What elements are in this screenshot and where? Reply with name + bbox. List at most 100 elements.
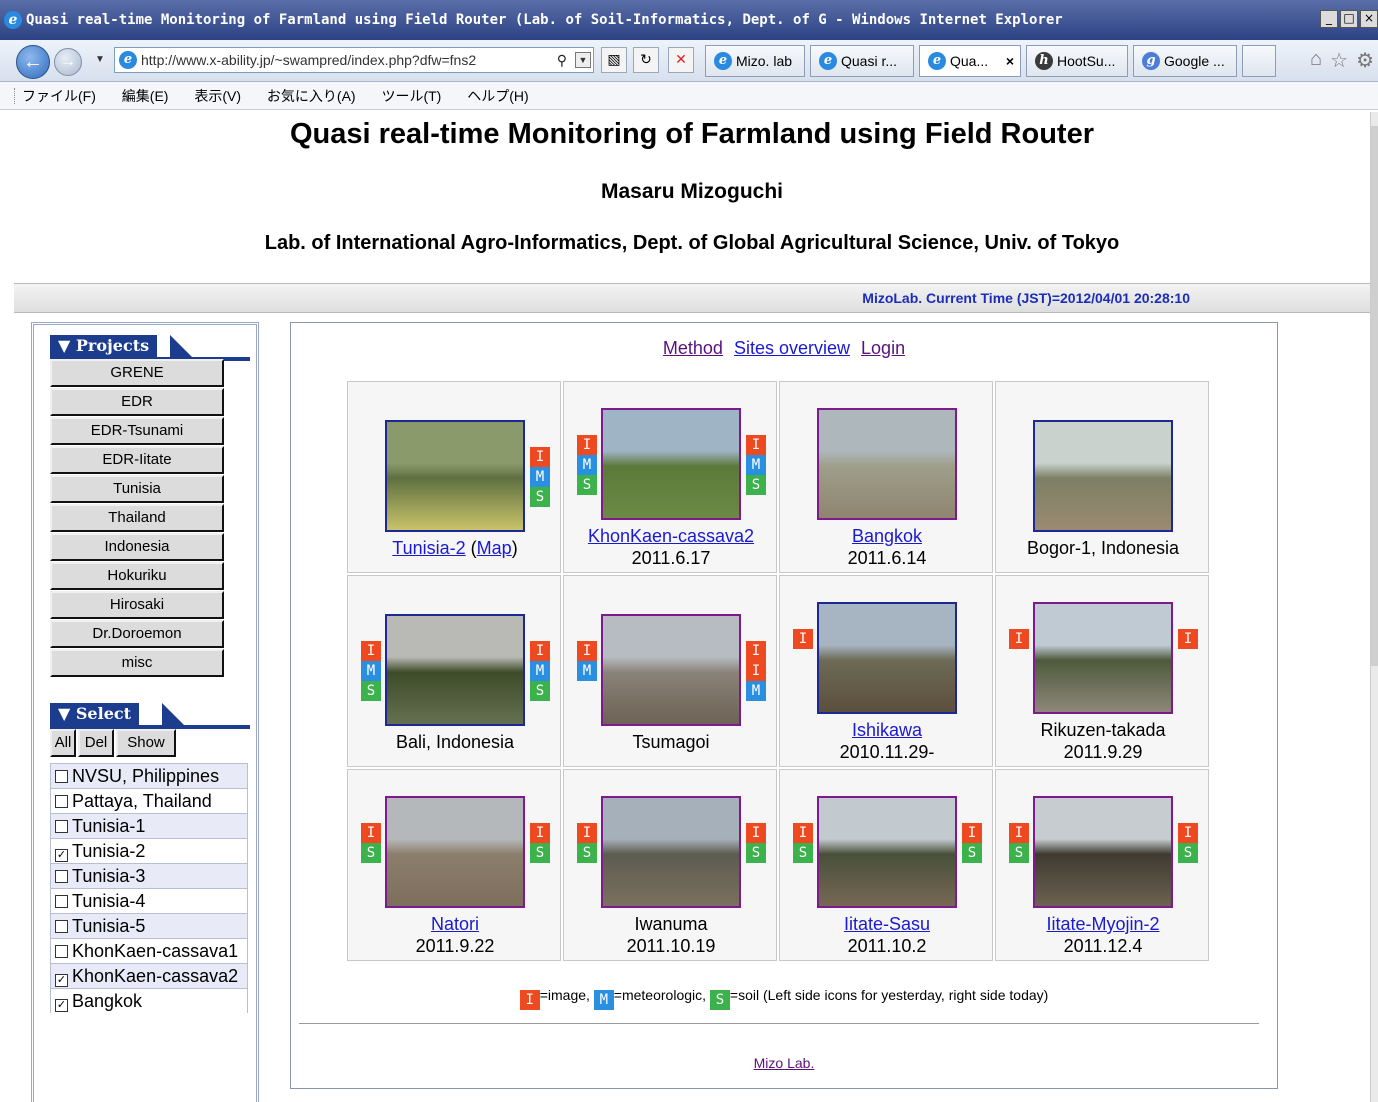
soil-today-icon[interactable]: S: [962, 843, 982, 863]
project-dr-doroemon[interactable]: Dr.Doroemon: [50, 620, 224, 648]
site-name-link[interactable]: Tunisia-2 (Map): [348, 538, 562, 559]
scrollbar-thumb[interactable]: [1371, 126, 1378, 666]
site-checkbox-item[interactable]: Tunisia-4: [50, 888, 248, 913]
select-show-button[interactable]: Show: [116, 729, 176, 757]
site-thumbnail-image[interactable]: [1033, 602, 1173, 714]
meteorologic-yesterday-icon[interactable]: M: [577, 661, 597, 681]
project-grene[interactable]: GRENE: [50, 359, 224, 387]
menu-edit[interactable]: 編集(E): [122, 82, 169, 110]
soil-today-icon[interactable]: S: [530, 681, 550, 701]
image-yesterday-icon[interactable]: I: [577, 823, 597, 843]
soil-yesterday-icon[interactable]: S: [793, 843, 813, 863]
site-name-link[interactable]: Iitate-Sasu: [780, 914, 994, 935]
menu-tools[interactable]: ツール(T): [381, 82, 441, 110]
image-today-icon[interactable]: I: [746, 661, 766, 681]
site-thumbnail-image[interactable]: [385, 796, 525, 908]
tab-quasi-active[interactable]: e Qua... ×: [919, 45, 1021, 77]
site-name-link-text[interactable]: Tunisia-2: [392, 538, 465, 558]
site-name-link[interactable]: KhonKaen-cassava2: [564, 526, 778, 547]
image-today-icon[interactable]: I: [1178, 823, 1198, 843]
home-icon[interactable]: ⌂: [1310, 48, 1322, 73]
soil-yesterday-icon[interactable]: S: [577, 475, 597, 495]
maximize-button[interactable]: □: [1340, 10, 1358, 28]
close-tab-icon[interactable]: ×: [1006, 46, 1014, 76]
project-hirosaki[interactable]: Hirosaki: [50, 591, 224, 619]
site-checkbox-item[interactable]: Tunisia-1: [50, 813, 248, 838]
soil-yesterday-icon[interactable]: S: [361, 843, 381, 863]
soil-yesterday-icon[interactable]: S: [577, 843, 597, 863]
site-thumbnail-image[interactable]: [1033, 796, 1173, 908]
select-del-button[interactable]: Del: [78, 729, 114, 757]
site-checkbox-item[interactable]: NVSU, Philippines: [50, 763, 248, 788]
login-link[interactable]: Login: [861, 338, 905, 358]
image-yesterday-icon[interactable]: I: [1009, 823, 1029, 843]
site-checkbox-item[interactable]: ✓ KhonKaen-cassava2: [50, 963, 248, 988]
checked-checkbox-icon[interactable]: ✓: [55, 999, 68, 1012]
checkbox-icon[interactable]: [55, 820, 68, 833]
checked-checkbox-icon[interactable]: ✓: [55, 849, 68, 862]
checked-checkbox-icon[interactable]: ✓: [55, 974, 68, 987]
site-thumbnail-image[interactable]: [601, 614, 741, 726]
meteorologic-today-icon[interactable]: M: [746, 681, 766, 701]
site-name-link[interactable]: Ishikawa: [780, 720, 994, 741]
meteorologic-today-icon[interactable]: M: [746, 455, 766, 475]
image-today-icon[interactable]: I: [746, 641, 766, 661]
checkbox-icon[interactable]: [55, 770, 68, 783]
project-edr-iitate[interactable]: EDR-Iitate: [50, 446, 224, 474]
image-yesterday-icon[interactable]: I: [1009, 629, 1029, 649]
image-yesterday-icon[interactable]: I: [361, 823, 381, 843]
map-link[interactable]: Map: [477, 538, 512, 558]
meteorologic-yesterday-icon[interactable]: M: [577, 455, 597, 475]
checkbox-icon[interactable]: [55, 895, 68, 908]
history-dropdown-icon[interactable]: ▼: [95, 54, 105, 65]
vertical-scrollbar[interactable]: [1370, 112, 1378, 1102]
project-edr-tsunami[interactable]: EDR-Tsunami: [50, 417, 224, 445]
image-today-icon[interactable]: I: [962, 823, 982, 843]
sites-overview-link[interactable]: Sites overview: [734, 338, 850, 358]
image-yesterday-icon[interactable]: I: [793, 629, 813, 649]
image-yesterday-icon[interactable]: I: [577, 435, 597, 455]
address-bar[interactable]: e http://www.x-ability.jp/~swampred/inde…: [114, 47, 594, 73]
method-link[interactable]: Method: [663, 338, 723, 358]
tab-mizo-lab[interactable]: e Mizo. lab: [705, 45, 805, 77]
site-checkbox-item[interactable]: KhonKaen-cassava1: [50, 938, 248, 963]
menu-file[interactable]: ファイル(F): [22, 82, 96, 110]
soil-today-icon[interactable]: S: [530, 843, 550, 863]
image-today-icon[interactable]: I: [530, 641, 550, 661]
site-thumbnail-image[interactable]: [1033, 420, 1173, 532]
image-today-icon[interactable]: I: [530, 823, 550, 843]
site-checkbox-item[interactable]: Pattaya, Thailand: [50, 788, 248, 813]
project-hokuriku[interactable]: Hokuriku: [50, 562, 224, 590]
settings-gear-icon[interactable]: ⚙: [1356, 48, 1374, 73]
project-tunisia[interactable]: Tunisia: [50, 475, 224, 503]
tab-hootsuite[interactable]: h HootSu...: [1026, 45, 1128, 77]
favorites-star-icon[interactable]: ☆: [1330, 48, 1348, 73]
site-checkbox-item[interactable]: ✓ Tunisia-2: [50, 838, 248, 863]
site-thumbnail-image[interactable]: [817, 602, 957, 714]
meteorologic-yesterday-icon[interactable]: M: [361, 661, 381, 681]
back-button[interactable]: ←: [16, 45, 50, 79]
soil-yesterday-icon[interactable]: S: [361, 681, 381, 701]
refresh-icon[interactable]: ↻: [633, 47, 659, 73]
project-indonesia[interactable]: Indonesia: [50, 533, 224, 561]
meteorologic-today-icon[interactable]: M: [530, 467, 550, 487]
close-window-button[interactable]: ×: [1360, 10, 1378, 28]
site-name-link[interactable]: Natori: [348, 914, 562, 935]
menu-view[interactable]: 表示(V): [194, 82, 241, 110]
search-icon[interactable]: ⚲: [557, 48, 567, 72]
menu-help[interactable]: ヘルプ(H): [467, 82, 528, 110]
site-checkbox-item[interactable]: Tunisia-5: [50, 913, 248, 938]
meteorologic-today-icon[interactable]: M: [530, 661, 550, 681]
soil-yesterday-icon[interactable]: S: [1009, 843, 1029, 863]
image-yesterday-icon[interactable]: I: [577, 641, 597, 661]
checkbox-icon[interactable]: [55, 795, 68, 808]
image-yesterday-icon[interactable]: I: [361, 641, 381, 661]
project-thailand[interactable]: Thailand: [50, 504, 224, 532]
stop-icon[interactable]: ✕: [668, 47, 694, 73]
site-thumbnail-image[interactable]: [601, 408, 741, 520]
image-today-icon[interactable]: I: [746, 823, 766, 843]
image-yesterday-icon[interactable]: I: [793, 823, 813, 843]
soil-today-icon[interactable]: S: [1178, 843, 1198, 863]
forward-button[interactable]: →: [54, 48, 82, 76]
site-thumbnail-image[interactable]: [385, 420, 525, 532]
